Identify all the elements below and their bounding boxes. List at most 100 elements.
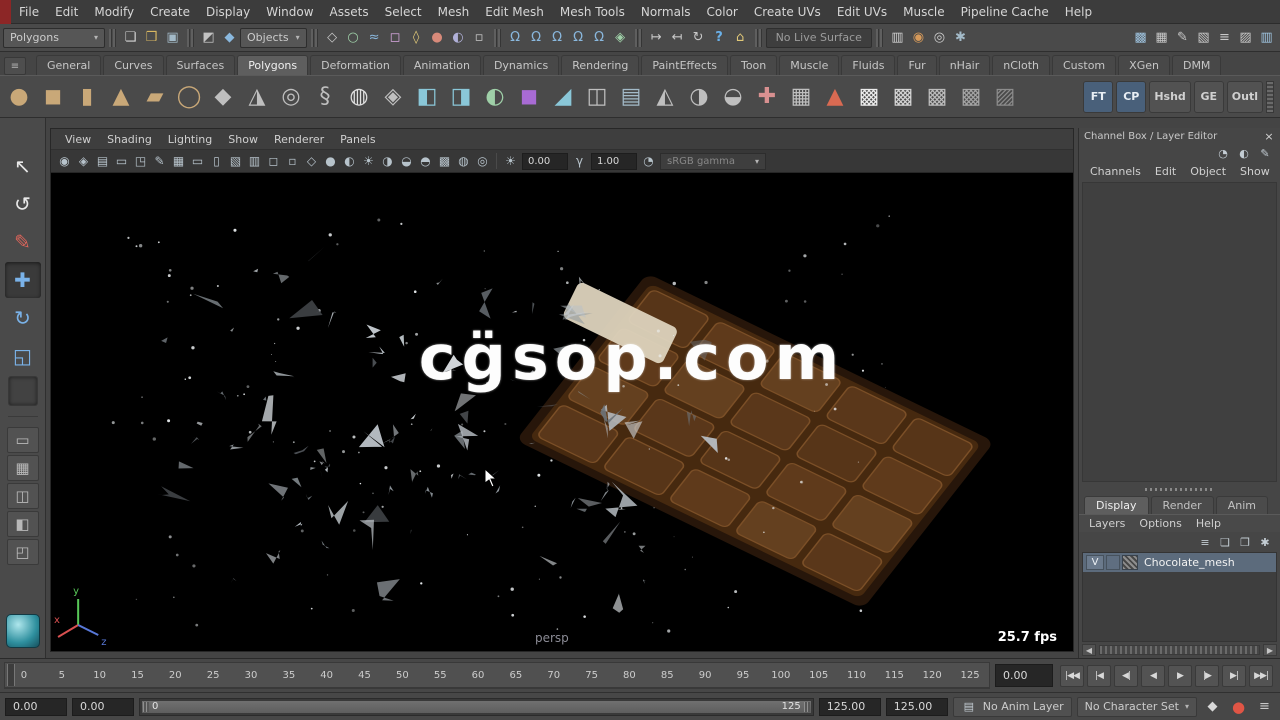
poly-sphere-icon[interactable]: ● <box>2 79 36 115</box>
shelf-tab[interactable]: Deformation <box>310 55 401 75</box>
toolbar-grip[interactable] <box>187 28 194 47</box>
safe-title-icon[interactable]: ▫ <box>283 152 302 171</box>
poly-pyramid-icon[interactable]: ◮ <box>240 79 274 115</box>
camera-bookmark-icon[interactable]: ▤ <box>93 152 112 171</box>
shelf-scroll-handle[interactable] <box>1266 80 1274 113</box>
shelf-custom-button[interactable]: GE <box>1193 80 1224 113</box>
channel-box-menu-item[interactable]: Show <box>1234 165 1276 178</box>
play-forwards-button[interactable]: ▶ <box>1168 664 1192 687</box>
channel-manip-icon[interactable]: ✎ <box>1257 145 1273 161</box>
step-forward-one-key-button[interactable]: ▶| <box>1222 664 1246 687</box>
poly-torus-icon[interactable]: ◯ <box>172 79 206 115</box>
poly-helix-icon[interactable]: § <box>308 79 342 115</box>
layer-editor-menu-item[interactable]: Layers <box>1083 517 1131 530</box>
current-frame-field[interactable]: 0.00 <box>995 664 1053 687</box>
menu-item[interactable]: Create UVs <box>746 0 829 24</box>
character-set-dropdown[interactable]: No Character Set ▾ <box>1076 696 1197 717</box>
selection-mask-dropdown[interactable]: Objects ▾ <box>240 27 307 48</box>
shelf-tab[interactable]: Custom <box>1052 55 1117 75</box>
mask-joints-icon[interactable]: ○ <box>343 27 364 49</box>
lock-selection-icon[interactable]: ⌂ <box>730 27 751 49</box>
shadows-icon[interactable]: ◑ <box>378 152 397 171</box>
extrude-icon[interactable]: ▤ <box>614 79 648 115</box>
scroll-right-icon[interactable]: ▶ <box>1263 644 1277 656</box>
animation-start-field[interactable]: 0.00 <box>5 697 67 716</box>
step-forward-one-frame-button[interactable]: |▶ <box>1195 664 1219 687</box>
toolbar-grip[interactable] <box>634 28 642 47</box>
menu-item[interactable]: Display <box>198 0 258 24</box>
construction-history-icon[interactable]: ↻ <box>688 27 709 49</box>
menu-item[interactable]: Edit Mesh <box>477 0 552 24</box>
open-render-view-icon[interactable]: ▥ <box>887 27 908 49</box>
playback-start-field[interactable]: 0.00 <box>72 697 134 716</box>
hypershade-icon[interactable]: ▦ <box>1151 27 1172 49</box>
layer-editor-tab[interactable]: Display <box>1084 496 1149 514</box>
menu-item[interactable]: Color <box>699 0 746 24</box>
menu-item[interactable]: Help <box>1057 0 1100 24</box>
poly-pipe-icon[interactable]: ◎ <box>274 79 308 115</box>
grease-pencil-icon[interactable]: ✎ <box>150 152 169 171</box>
rotate-tool[interactable]: ↻ <box>5 300 41 336</box>
layout-hypergraph-button[interactable]: ◰ <box>6 539 39 565</box>
set-key-icon[interactable]: ◆ <box>1202 696 1223 718</box>
toolbar-grip[interactable] <box>310 28 318 47</box>
shelf-tab[interactable]: nHair <box>938 55 991 75</box>
shelf-tab[interactable]: General <box>36 55 102 75</box>
viewport-3d[interactable]: x y z cg̈sop.com persp 25.7 fps <box>51 173 1073 651</box>
isolate-select-icon[interactable]: ◎ <box>473 152 492 171</box>
interactive-split-icon[interactable]: ◼ <box>512 79 546 115</box>
menu-item[interactable]: Pipeline Cache <box>953 0 1057 24</box>
poly-soccer-ball-icon[interactable]: ◍ <box>342 79 376 115</box>
gamma-field[interactable]: 1.00 <box>591 152 637 170</box>
shelf-tab[interactable]: Surfaces <box>165 55 236 75</box>
menu-item[interactable]: Edit <box>47 0 86 24</box>
play-backwards-button[interactable]: ◀ <box>1141 664 1165 687</box>
make-live-icon[interactable]: ◈ <box>610 27 631 49</box>
layout-four-pane-button[interactable]: ▦ <box>6 455 39 481</box>
layer-playback-toggle[interactable] <box>1106 555 1120 570</box>
poly-cone-icon[interactable]: ▲ <box>104 79 138 115</box>
menu-item[interactable]: Modify <box>86 0 142 24</box>
checker-map-icon-2[interactable]: ▩ <box>886 79 920 115</box>
motion-blur-icon[interactable]: ◓ <box>416 152 435 171</box>
output-connections-icon[interactable]: ↤ <box>667 27 688 49</box>
menu-item[interactable]: Window <box>258 0 321 24</box>
new-empty-layer-icon[interactable]: ❏ <box>1217 534 1233 550</box>
shelf-tab[interactable]: Rendering <box>561 55 640 75</box>
menu-item[interactable]: File <box>11 0 47 24</box>
menu-set-dropdown[interactable]: Polygons ▾ <box>3 27 105 48</box>
ipr-render-icon[interactable]: ◎ <box>929 27 950 49</box>
save-scene-icon[interactable]: ▣ <box>162 27 183 49</box>
time-slider[interactable]: 0 5 10 15 20 25 30 35 40 45 50 55 60 65 70 75 80 85 90 95 10… <box>4 662 990 689</box>
poly-prism-icon[interactable]: ◆ <box>206 79 240 115</box>
channel-display-icon[interactable]: ◐ <box>1236 145 1252 161</box>
snap-to-projected-center-icon[interactable]: Ω <box>568 27 589 49</box>
mirror-geometry-icon[interactable]: ◑ <box>682 79 716 115</box>
layer-row[interactable]: V Chocolate_mesh <box>1083 553 1276 572</box>
go-to-start-button[interactable]: |◀◀ <box>1060 664 1084 687</box>
shelf-tab[interactable]: nCloth <box>992 55 1050 75</box>
checker-map-icon-3[interactable]: ▩ <box>920 79 954 115</box>
camera-lock-icon[interactable]: ◈ <box>74 152 93 171</box>
go-to-end-button[interactable]: ▶▶| <box>1249 664 1273 687</box>
paint-select-tool[interactable]: ✎ <box>5 224 41 260</box>
close-icon[interactable]: × <box>1263 130 1275 143</box>
film-gate-icon[interactable]: ▭ <box>188 152 207 171</box>
combine-icon[interactable]: ◧ <box>410 79 444 115</box>
channel-box-menu-item[interactable]: Channels <box>1084 165 1147 178</box>
layer-editor-tab[interactable]: Render <box>1150 496 1214 514</box>
poly-plane-icon[interactable]: ▰ <box>138 79 172 115</box>
mask-curves-icon[interactable]: ≈ <box>364 27 385 49</box>
use-all-lights-icon[interactable]: ☀ <box>359 152 378 171</box>
toolbar-grip[interactable] <box>493 28 501 47</box>
menu-item[interactable]: Muscle <box>895 0 953 24</box>
select-hierarchy-icon[interactable]: ◩ <box>198 27 219 49</box>
shelf-tab[interactable]: Curves <box>103 55 164 75</box>
gamma-icon[interactable]: γ <box>570 152 589 171</box>
shelf-custom-button[interactable]: CP <box>1116 80 1147 113</box>
menu-item[interactable]: Mesh <box>430 0 478 24</box>
poly-platonic-solids-icon[interactable]: ◈ <box>376 79 410 115</box>
select-tool[interactable]: ↖ <box>5 148 41 184</box>
resolution-gate-icon[interactable]: ▯ <box>207 152 226 171</box>
image-plane-icon[interactable]: ▭ <box>112 152 131 171</box>
